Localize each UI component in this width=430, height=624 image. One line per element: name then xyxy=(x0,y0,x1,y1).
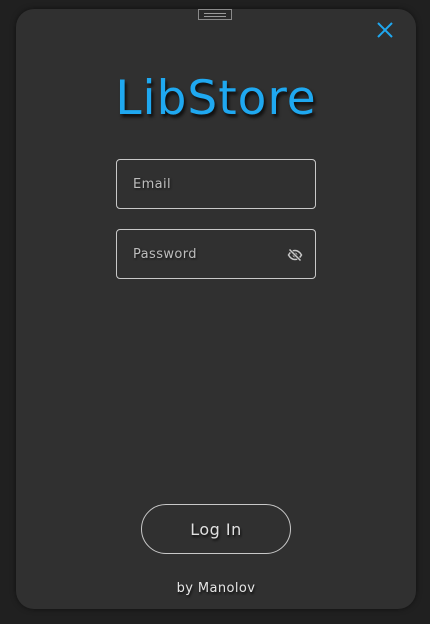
footer-credit: by Manolov xyxy=(176,581,256,596)
drag-handle-line xyxy=(204,13,226,14)
email-field[interactable] xyxy=(117,160,315,208)
eye-off-icon xyxy=(287,248,303,262)
toggle-password-visibility-button[interactable] xyxy=(287,247,303,263)
email-field-container xyxy=(116,159,316,209)
login-window: LibStore Log In by Manolov xyxy=(16,9,416,609)
login-button[interactable]: Log In xyxy=(141,504,291,554)
app-logo: LibStore xyxy=(115,71,317,126)
password-field[interactable] xyxy=(117,230,315,278)
drag-handle-line xyxy=(204,16,226,17)
password-field-container xyxy=(116,229,316,279)
close-button[interactable] xyxy=(375,20,395,40)
drag-handle-icon[interactable] xyxy=(198,9,232,20)
close-icon xyxy=(377,22,393,38)
